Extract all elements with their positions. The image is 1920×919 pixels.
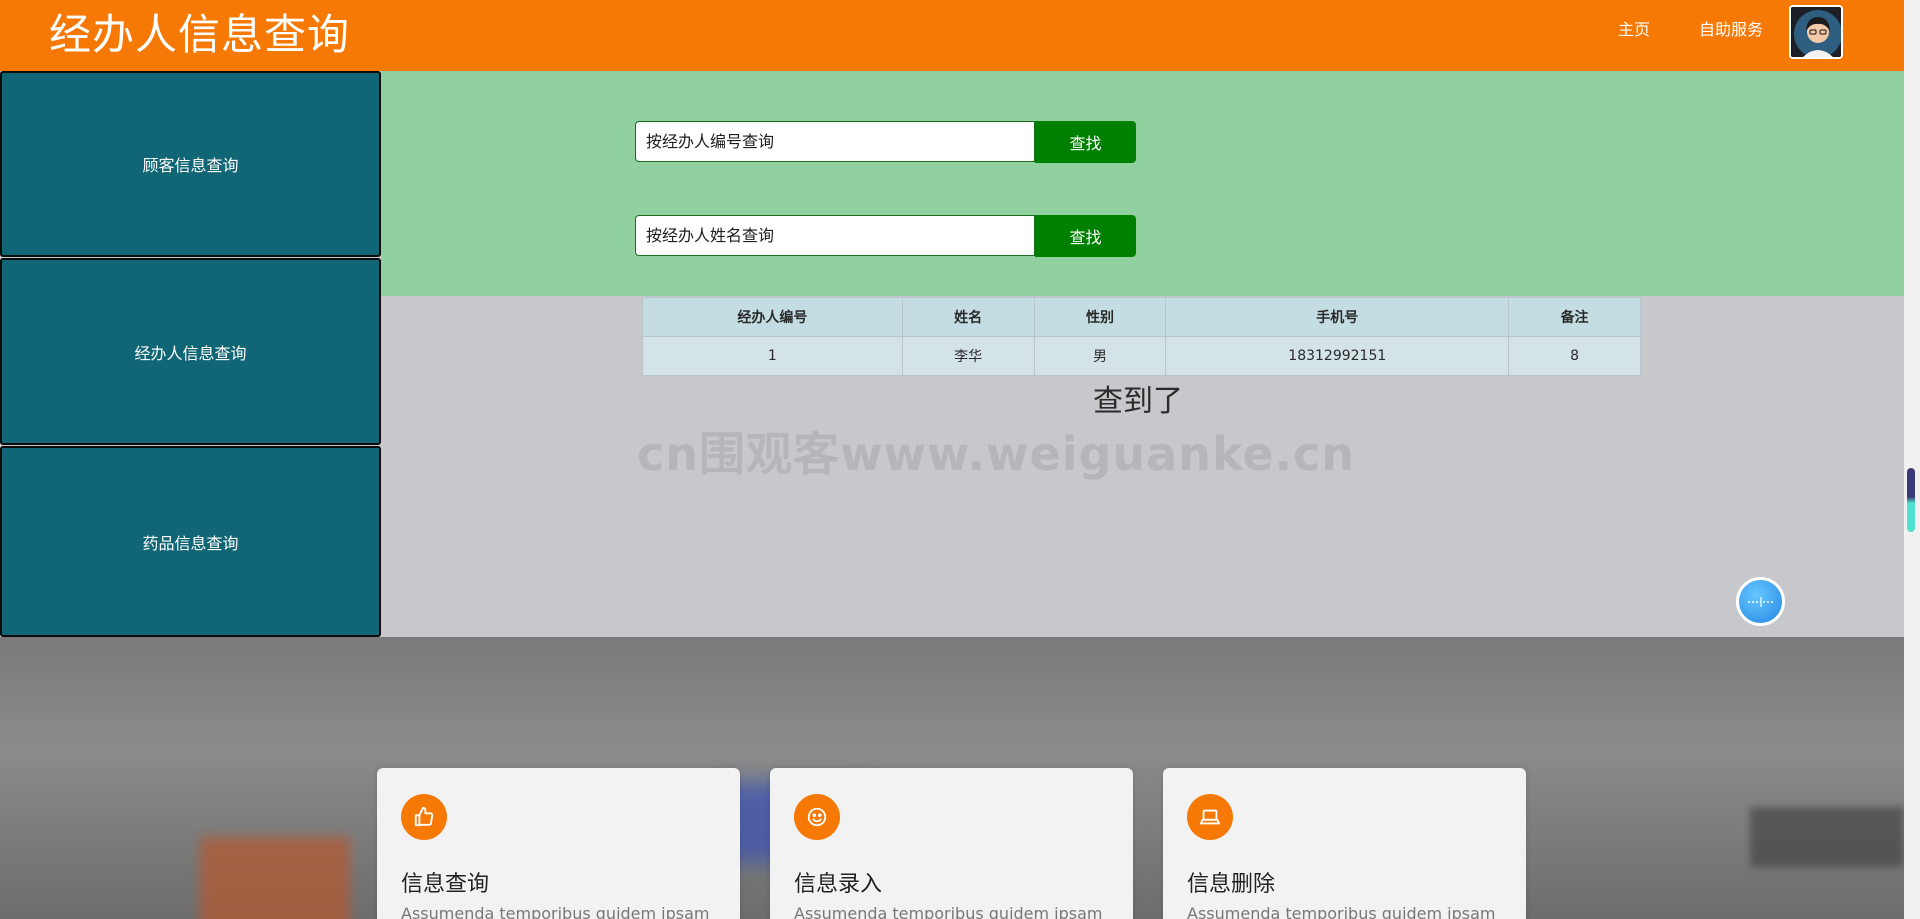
column-header-phone: 手机号 [1165, 297, 1510, 337]
avatar[interactable] [1789, 5, 1843, 59]
table-header-row: 经办人编号 姓名 性别 手机号 备注 [642, 297, 1641, 337]
table-row: 1 李华 男 18312992151 8 [642, 336, 1641, 376]
search-by-id-button[interactable]: 查找 [1035, 121, 1136, 163]
agent-name-search-input[interactable] [635, 215, 1035, 256]
result-table: 经办人编号 姓名 性别 手机号 备注 1 李华 男 18312992151 8 [642, 297, 1641, 376]
search-by-id-form: 查找 [635, 121, 1136, 163]
card-text: Assumenda temporibus quidem ipsam [401, 904, 710, 919]
background-image-blur [1750, 807, 1904, 867]
sidebar-item-customer-query[interactable]: 顾客信息查询 [0, 71, 381, 257]
top-header: 经办人信息查询 主页 自助服务 [0, 0, 1904, 71]
nav-self-service-link[interactable]: 自助服务 [1699, 18, 1763, 42]
cell-name: 李华 [901, 336, 1035, 376]
card-text: Assumenda temporibus quidem ipsam [794, 904, 1103, 919]
feature-card-entry[interactable]: 信息录入 Assumenda temporibus quidem ipsam [770, 768, 1133, 919]
column-header-name: 姓名 [901, 297, 1035, 337]
watermark: cn围观客www.weiguanke.cn [637, 427, 1356, 481]
page-scrollbar[interactable] [1904, 0, 1920, 919]
sidebar: 顾客信息查询 经办人信息查询 药品信息查询 [0, 71, 381, 637]
cell-agent-id: 1 [642, 336, 903, 376]
smiley-icon [794, 794, 840, 840]
feature-card-delete[interactable]: 信息删除 Assumenda temporibus quidem ipsam [1163, 768, 1526, 919]
laptop-icon [1187, 794, 1233, 840]
scrollbar-thumb[interactable] [1907, 468, 1915, 532]
card-title: 信息删除 [1187, 872, 1276, 897]
sidebar-item-medicine-query[interactable]: 药品信息查询 [0, 446, 381, 637]
results-area: 经办人编号 姓名 性别 手机号 备注 1 李华 男 18312992151 8 … [381, 296, 1904, 637]
page: 经办人信息查询 主页 自助服务 顾客信息查询 经办人信息查询 药品信息查询 查找 [0, 0, 1920, 919]
user-avatar-icon [1791, 7, 1841, 57]
search-by-name-button[interactable]: 查找 [1035, 215, 1136, 257]
column-header-agent-id: 经办人编号 [642, 297, 903, 337]
background-image-blur [200, 837, 350, 919]
nav-home-link[interactable]: 主页 [1618, 18, 1650, 42]
column-header-gender: 性别 [1033, 297, 1167, 337]
card-title: 信息查询 [401, 872, 490, 897]
cell-remark: 8 [1508, 336, 1641, 376]
assistant-icon [1747, 596, 1774, 607]
cell-phone: 18312992151 [1165, 336, 1510, 376]
floating-assistant-button[interactable] [1736, 577, 1785, 626]
result-status-text: 查到了 [1093, 384, 1183, 419]
cell-gender: 男 [1033, 336, 1167, 376]
card-text: Assumenda temporibus quidem ipsam [1187, 904, 1496, 919]
card-title: 信息录入 [794, 872, 883, 897]
page-title: 经办人信息查询 [49, 10, 351, 59]
search-panel: 查找 查找 [381, 71, 1904, 296]
feature-card-query[interactable]: 信息查询 Assumenda temporibus quidem ipsam [377, 768, 740, 919]
feature-section: 信息查询 Assumenda temporibus quidem ipsam 信… [0, 637, 1904, 919]
search-by-name-form: 查找 [635, 215, 1136, 257]
sidebar-item-agent-query[interactable]: 经办人信息查询 [0, 258, 381, 445]
agent-id-search-input[interactable] [635, 121, 1035, 162]
column-header-remark: 备注 [1508, 297, 1641, 337]
thumbs-up-icon [401, 794, 447, 840]
